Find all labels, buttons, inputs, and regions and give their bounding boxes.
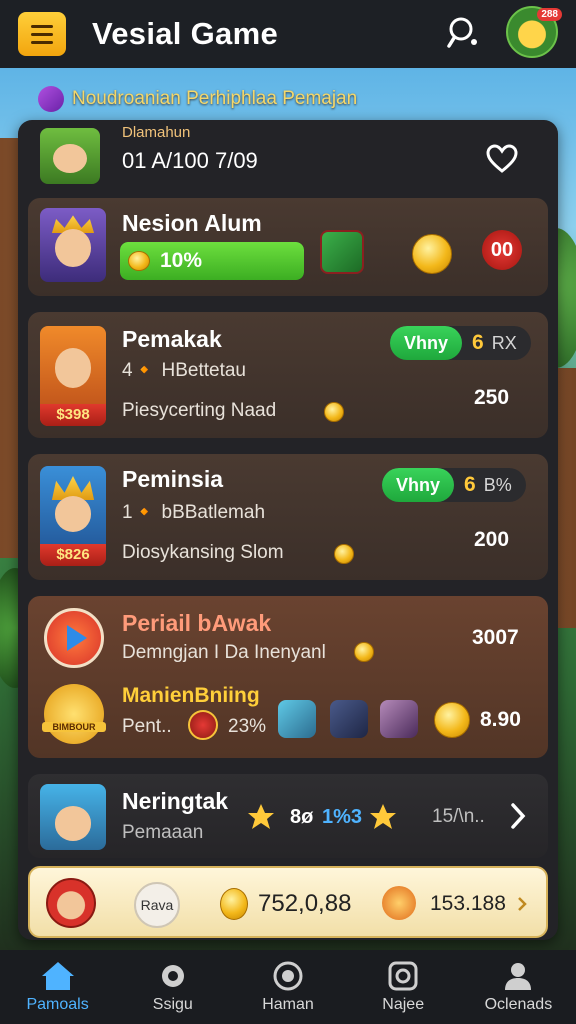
item-name: Peminsia: [122, 466, 223, 492]
item-description: Piesycerting Naad: [122, 400, 277, 421]
coin-icon: [324, 402, 344, 422]
item-subtitle: Pemaaan: [122, 822, 204, 843]
buy-pill[interactable]: Vhny 6 B%: [382, 468, 526, 502]
item-description: Diosykansing Slom: [122, 542, 284, 563]
list-item[interactable]: Nesion Alum 10% 00: [28, 198, 548, 296]
item-value: 250: [474, 386, 510, 409]
nav-label: Haman: [262, 996, 314, 1013]
coin-icon: [354, 642, 374, 662]
buy-button[interactable]: Vhny: [382, 468, 455, 502]
main-panel: Dlamahun 01 A/100 7/09 Nesion Alum 10% 0…: [18, 120, 558, 940]
buy-pill[interactable]: Vhny 6 RX: [390, 326, 531, 360]
item-count: 6: [464, 473, 476, 496]
pet-icon-2[interactable]: [330, 700, 368, 738]
chevron-right-icon[interactable]: [508, 802, 528, 830]
hamburger-menu-icon[interactable]: [18, 12, 66, 56]
chevron-right-icon[interactable]: [516, 896, 528, 912]
item-name: Nesion Alum: [122, 210, 262, 236]
nav-label: Najee: [382, 996, 425, 1013]
coin-icon: [128, 251, 150, 271]
nav-item-oclenads[interactable]: Oclenads: [461, 950, 576, 1024]
star-icon: [370, 804, 396, 829]
price-tag: $398: [40, 404, 106, 426]
user-icon: [505, 963, 532, 990]
item-subtitle: 4🔸 HBettetau: [122, 360, 247, 381]
cash-icon: [320, 230, 364, 274]
item-subtitle: 1🔸 bBBatlemah: [122, 502, 266, 523]
item-name: Pemakak: [122, 326, 222, 352]
home-icon: [41, 962, 74, 990]
progress-bar: 10%: [120, 242, 304, 280]
list-item[interactable]: $826 Peminsia 1🔸 bBBatlemah Diosykansing…: [28, 454, 548, 580]
character-portrait: $826: [40, 466, 106, 566]
pet-icon-1[interactable]: [278, 700, 316, 738]
search-icon[interactable]: [444, 12, 484, 52]
nav-item-najee[interactable]: Najee: [346, 950, 461, 1024]
currency-bar: Rava 752,0,88 153.188: [28, 866, 548, 938]
gem-balance: 153.188: [430, 892, 506, 915]
star-icon: [248, 804, 274, 829]
stat-a: 8ø: [290, 806, 314, 828]
offer-subtitle: Demngjan I Da Inenyanl: [122, 642, 326, 663]
nav-item-home[interactable]: Pamoals: [0, 950, 115, 1024]
nav-item-ssigu[interactable]: Ssigu: [115, 950, 230, 1024]
sun-medal-icon: BIMBOUR: [42, 684, 106, 744]
heart-outline-icon[interactable]: [486, 144, 518, 174]
nav-label: Oclenads: [484, 996, 553, 1013]
buy-button[interactable]: Vhny: [390, 326, 463, 360]
coin-icon: [334, 544, 354, 564]
bonus-icon: [188, 710, 218, 740]
item-count: 6: [472, 331, 484, 354]
offer-subtitle-2: Pent..: [122, 716, 172, 737]
item-unit: RX: [491, 332, 517, 353]
list-item[interactable]: $398 Pemakak 4🔸 HBettetau Piesycerting N…: [28, 312, 548, 438]
top-card-title: Dlamahun: [122, 124, 191, 141]
nav-label: Pamoals: [26, 996, 89, 1013]
count-badge: 00: [482, 230, 522, 270]
badge-icon: [161, 965, 184, 987]
offer-percent: 23%: [228, 716, 267, 737]
app-title: Vesial Game: [92, 16, 278, 51]
price-tag: $826: [40, 544, 106, 566]
avatar[interactable]: 288: [506, 6, 562, 58]
item-value: 200: [474, 528, 510, 551]
coin-icon: [220, 888, 248, 920]
character-portrait: $398: [40, 326, 106, 426]
coin-balance: 752,0,88: [258, 890, 352, 917]
app-header: Vesial Game 288: [0, 0, 576, 68]
coin-icon: [434, 702, 470, 738]
rank-badge[interactable]: Rava: [134, 882, 180, 928]
player-avatar[interactable]: [46, 878, 96, 928]
progress-label: 10%: [160, 249, 203, 272]
pet-icon-3[interactable]: [380, 700, 418, 738]
offer-value: 3007: [472, 626, 519, 649]
special-offer-card[interactable]: Periail bAwak Demngjan I Da Inenyanl 300…: [28, 596, 548, 758]
character-portrait: [40, 128, 100, 184]
offer-title-2: ManienBniing: [122, 684, 260, 707]
item-name: Neringtak: [122, 788, 229, 814]
notice-banner: Noudroanian Perhiphlaa Pemajan: [38, 86, 357, 112]
nav-label: Ssigu: [152, 996, 193, 1013]
character-portrait: [40, 208, 106, 282]
notice-text: Noudroanian Perhiphlaa Pemajan: [72, 88, 358, 109]
offer-title: Periail bAwak: [122, 610, 272, 636]
play-icon[interactable]: [44, 608, 104, 668]
target-icon: [273, 961, 303, 991]
medal-label: BIMBOUR: [42, 722, 106, 732]
stat-c: 15/\n..: [432, 806, 485, 827]
medal-icon[interactable]: [412, 234, 452, 274]
nav-item-haman[interactable]: Haman: [230, 950, 345, 1024]
character-portrait: [40, 784, 106, 850]
character-icon: [382, 886, 416, 920]
camera-icon: [388, 961, 418, 991]
item-unit: B%: [483, 474, 512, 495]
bottom-nav: Pamoals Ssigu Haman Najee Oclenads: [0, 950, 576, 1024]
stat-b: 1%3: [322, 806, 363, 828]
notification-badge: 288: [537, 8, 562, 21]
list-item[interactable]: Neringtak Pemaaan 8ø 1%3 15/\n..: [28, 774, 548, 858]
top-card-time: 01 A/100 7/09: [122, 148, 258, 173]
coin-value: 8.90: [480, 708, 521, 731]
top-card[interactable]: Dlamahun 01 A/100 7/09: [18, 120, 558, 194]
gem-icon: [38, 86, 64, 112]
